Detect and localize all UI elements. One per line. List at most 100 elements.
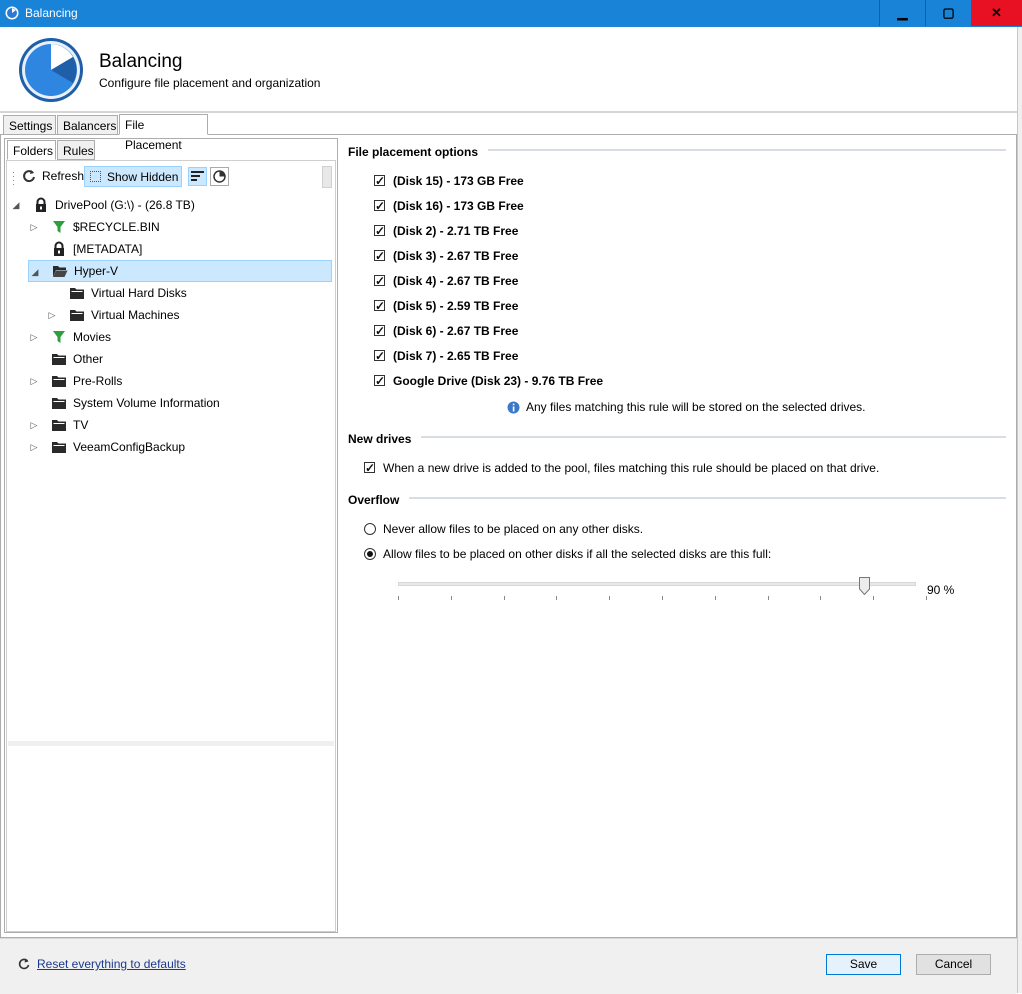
folder-icon <box>51 417 67 433</box>
tree-item-label: Hyper-V <box>74 264 119 278</box>
tree-item[interactable]: ◢ Hyper-V <box>28 260 332 282</box>
tree-item[interactable]: ◢ DrivePool (G:\) - (26.8 TB) <box>10 194 332 216</box>
disk-option[interactable]: (Disk 3) - 2.67 TB Free <box>374 246 774 266</box>
disk-checkbox[interactable] <box>374 296 385 316</box>
close-icon[interactable]: ✕ <box>971 0 1022 26</box>
refresh-label: Refresh <box>42 169 85 183</box>
tree-item-label: Other <box>73 352 104 366</box>
disk-option[interactable]: (Disk 7) - 2.65 TB Free <box>374 346 774 366</box>
disk-option[interactable]: (Disk 4) - 2.67 TB Free <box>374 271 774 291</box>
slider-tick <box>820 596 821 600</box>
reset-defaults-link[interactable]: Reset everything to defaults <box>37 957 186 971</box>
minimize-icon[interactable]: ▁ <box>879 0 925 26</box>
tree-item[interactable]: ▷ Movies <box>10 326 332 348</box>
tree-item[interactable]: Virtual Hard Disks <box>10 282 332 304</box>
disk-checkbox[interactable] <box>374 221 385 241</box>
show-hidden-button[interactable]: Show Hidden <box>84 166 183 187</box>
disk-option[interactable]: (Disk 5) - 2.59 TB Free <box>374 296 774 316</box>
folder-icon <box>51 351 67 367</box>
toolbar-overflow-button[interactable] <box>322 166 332 188</box>
collapsed-arrow-icon[interactable]: ▷ <box>30 421 38 430</box>
disk-checkbox[interactable] <box>374 271 385 291</box>
slider-tick <box>451 596 452 600</box>
new-drive-label: When a new drive is added to the pool, f… <box>383 461 880 475</box>
chart-view-button[interactable] <box>210 167 229 186</box>
page-subtitle: Configure file placement and organizatio… <box>99 76 321 90</box>
reset-icon <box>18 958 30 970</box>
overflow-heading: Overflow <box>348 493 410 507</box>
overflow-slider-track[interactable] <box>398 582 916 586</box>
slider-tick <box>873 596 874 600</box>
slider-tick <box>556 596 557 600</box>
tree-item[interactable]: Other <box>10 348 332 370</box>
pane-splitter[interactable] <box>8 741 334 746</box>
section-divider <box>348 497 1006 499</box>
tree-item-label: DrivePool (G:\) - (26.8 TB) <box>55 198 195 212</box>
disk-option[interactable]: (Disk 2) - 2.71 TB Free <box>374 221 774 241</box>
tree-item[interactable]: System Volume Information <box>10 392 332 414</box>
info-icon <box>507 401 520 414</box>
tree-item-label: TV <box>73 418 89 432</box>
tree-item-label: [METADATA] <box>73 242 143 256</box>
disk-checkbox[interactable] <box>374 346 385 366</box>
tree-item[interactable]: ▷ VeeamConfigBackup <box>10 436 332 458</box>
overflow-never-label: Never allow files to be placed on any ot… <box>383 522 644 536</box>
new-drive-checkbox-row[interactable]: When a new drive is added to the pool, f… <box>364 458 1004 478</box>
tree-toolbar: Refresh Show Hidden <box>12 164 334 189</box>
tree-item[interactable]: ▷ Virtual Machines <box>10 304 332 326</box>
collapsed-arrow-icon[interactable]: ▷ <box>30 377 38 386</box>
slider-tick <box>662 596 663 600</box>
save-button[interactable]: Save <box>826 954 901 975</box>
tree-item-label: Movies <box>73 330 112 344</box>
expanded-arrow-icon[interactable]: ◢ <box>31 268 39 277</box>
sort-button[interactable] <box>188 167 207 186</box>
overflow-option-never[interactable]: Never allow files to be placed on any ot… <box>364 519 1004 539</box>
subtab-folders[interactable]: Folders <box>7 140 56 160</box>
tree-item[interactable]: ▷ TV <box>10 414 332 436</box>
disk-checkbox[interactable] <box>374 371 385 391</box>
disk-option[interactable]: (Disk 15) - 173 GB Free <box>374 171 774 191</box>
disk-option[interactable]: Google Drive (Disk 23) - 9.76 TB Free <box>374 371 774 391</box>
tree-item-label: Pre-Rolls <box>73 374 123 388</box>
overflow-radio-never[interactable] <box>364 523 376 535</box>
folder-icon <box>51 395 67 411</box>
collapsed-arrow-icon[interactable]: ▷ <box>30 223 38 232</box>
tab-settings[interactable]: Settings <box>3 115 56 135</box>
expanded-arrow-icon[interactable]: ◢ <box>12 201 20 210</box>
cancel-button[interactable]: Cancel <box>916 954 991 975</box>
lock-icon <box>33 197 49 213</box>
disk-label: Google Drive (Disk 23) - 9.76 TB Free <box>393 374 604 388</box>
disk-option[interactable]: (Disk 6) - 2.67 TB Free <box>374 321 774 341</box>
folder-icon <box>69 285 85 301</box>
new-drives-heading: New drives <box>348 432 422 446</box>
tab-balancers[interactable]: Balancers <box>57 115 118 135</box>
maximize-icon[interactable]: ▢ <box>925 0 971 26</box>
tree-item[interactable]: [METADATA] <box>10 238 332 260</box>
overflow-radio-allow[interactable] <box>364 548 376 560</box>
disk-option[interactable]: (Disk 16) - 173 GB Free <box>374 196 774 216</box>
toolbar-grip-icon <box>13 172 14 185</box>
show-hidden-label: Show Hidden <box>107 170 179 184</box>
disk-label: (Disk 3) - 2.67 TB Free <box>393 249 519 263</box>
disk-label: (Disk 7) - 2.65 TB Free <box>393 349 519 363</box>
collapsed-arrow-icon[interactable]: ▷ <box>30 333 38 342</box>
refresh-icon <box>23 170 35 183</box>
disk-checkbox[interactable] <box>374 196 385 216</box>
pie-chart-icon <box>213 170 226 183</box>
new-drive-checkbox[interactable] <box>364 458 375 478</box>
tree-item[interactable]: ▷ $RECYCLE.BIN <box>10 216 332 238</box>
collapsed-arrow-icon[interactable]: ▷ <box>48 311 56 320</box>
disk-checkbox[interactable] <box>374 321 385 341</box>
tab-file-placement[interactable]: File Placement <box>119 114 208 152</box>
overflow-slider-thumb[interactable] <box>859 577 870 595</box>
folder-icon <box>69 307 85 323</box>
balancing-logo-icon <box>19 38 83 102</box>
overflow-option-allow[interactable]: Allow files to be placed on other disks … <box>364 544 1004 564</box>
disk-checkbox[interactable] <box>374 246 385 266</box>
tree-item[interactable]: ▷ Pre-Rolls <box>10 370 332 392</box>
collapsed-arrow-icon[interactable]: ▷ <box>30 443 38 452</box>
disk-checkbox[interactable] <box>374 171 385 191</box>
page-title: Balancing <box>99 51 183 72</box>
window-title: Balancing <box>25 6 78 20</box>
subtab-rules[interactable]: Rules <box>57 140 95 160</box>
